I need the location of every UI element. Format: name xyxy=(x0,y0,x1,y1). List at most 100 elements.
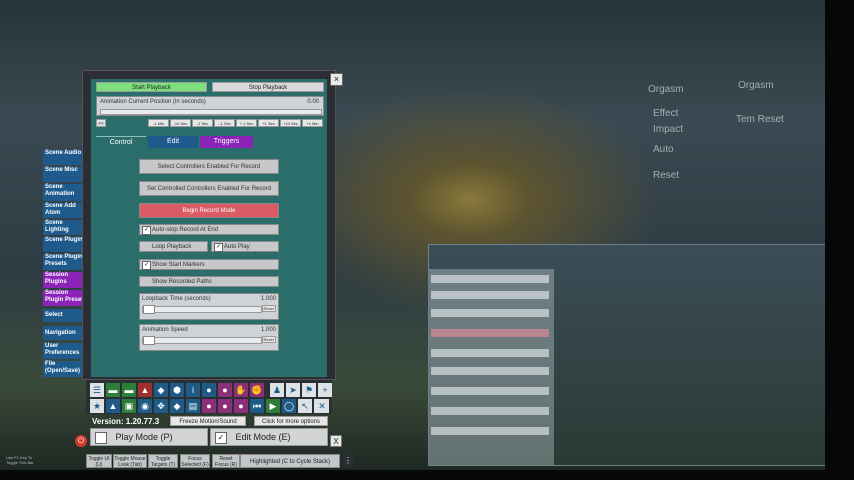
step-minus-10sec[interactable]: -10 Sec xyxy=(170,119,191,127)
play-mode-button[interactable]: Play Mode (P) xyxy=(90,428,208,446)
more-vertical-icon[interactable]: ⋮ xyxy=(343,454,353,468)
upload-icon[interactable]: ▲ xyxy=(106,399,120,413)
toggle-bar-hint: Use F1 Key To Toggle This Bar xyxy=(6,455,34,465)
flag-icon[interactable]: ⚑ xyxy=(302,383,316,397)
hand-icon[interactable]: ✋ xyxy=(234,383,248,397)
edit-mode-checkbox[interactable]: ✓ xyxy=(215,431,227,444)
info-icon[interactable]: i xyxy=(186,383,200,397)
sidebar-item-select[interactable]: Select xyxy=(43,309,87,322)
select-controllers-record-button[interactable]: Select Controllers Enabled For Record xyxy=(139,159,279,174)
checkbox-checked[interactable]: ✓ xyxy=(214,243,223,252)
tab-control[interactable]: Control xyxy=(96,136,146,149)
speed-reset-button[interactable]: Reset xyxy=(261,336,276,343)
freeze-motion-button[interactable]: Freeze Motion/Sound xyxy=(170,416,246,426)
person-remove-icon[interactable]: ● xyxy=(234,399,248,413)
highlighted-stack-display[interactable]: Highlighted (C to Cycle Stack) xyxy=(240,454,340,468)
rewind-button[interactable]: << xyxy=(96,119,106,127)
loopback-time-slider[interactable]: Loopback Time (seconds) 1.000 Reset xyxy=(139,293,279,320)
cursor-icon[interactable]: ↖ xyxy=(298,399,312,413)
sidebar-item-user-preferences[interactable]: User Preferences xyxy=(43,343,87,359)
sidebar-item-scene-lighting[interactable]: Scene Lighting xyxy=(43,220,87,235)
toggle-mouse-look-button[interactable]: Toggle Mouse Look (Tab) xyxy=(113,454,147,468)
add-icon[interactable]: + xyxy=(318,383,332,397)
play-icon[interactable]: ▶ xyxy=(266,399,280,413)
sidebar-item-session-plugins[interactable]: Session Plugins xyxy=(43,272,87,288)
show-recorded-paths-toggle[interactable]: Show Recorded Paths xyxy=(139,276,279,287)
vr-item: Effect xyxy=(653,108,679,119)
loopback-track[interactable] xyxy=(142,306,262,313)
position-slider[interactable]: Animation Current Position (in seconds) … xyxy=(96,96,324,116)
shapes-icon[interactable]: ⬢ xyxy=(170,383,184,397)
position-label: Animation Current Position (in seconds) xyxy=(100,99,206,105)
checkbox-checked[interactable]: ✓ xyxy=(142,226,151,235)
loop-icon[interactable]: ◯ xyxy=(282,399,296,413)
speed-handle[interactable] xyxy=(143,336,155,345)
speed-track[interactable] xyxy=(142,337,262,344)
start-playback-button[interactable]: Start Playback xyxy=(96,82,207,92)
power-icon[interactable]: ⏻ xyxy=(75,435,87,447)
focus-selected-button[interactable]: Focus Selected (F) xyxy=(180,454,210,468)
tab-edit[interactable]: Edit xyxy=(148,136,198,148)
star-icon[interactable]: ★ xyxy=(90,399,104,413)
person-select-icon[interactable]: ♟ xyxy=(270,383,284,397)
person-add-icon[interactable]: ● xyxy=(218,399,232,413)
sidebar-item-session-plugin-presets[interactable]: Session Plugin Presets xyxy=(43,290,87,306)
sidebar-item-scene-add-atom[interactable]: Scene Add Atom xyxy=(43,203,87,218)
sidebar-item-scene-misc[interactable]: Scene Misc xyxy=(43,167,87,182)
auto-play-toggle[interactable]: ✓ Auto Play xyxy=(211,241,279,252)
camera-icon[interactable]: ◉ xyxy=(138,399,152,413)
image-icon[interactable]: ▣ xyxy=(122,399,136,413)
panel-close-button[interactable]: × xyxy=(330,73,343,86)
sidebar-item-scene-plugins[interactable]: Scene Plugins xyxy=(43,237,87,252)
reset-focus-button[interactable]: Reset Focus (R) xyxy=(212,454,240,468)
sidebar-item-file[interactable]: File (Open/Save) xyxy=(43,361,87,377)
step-plus-1min[interactable]: +1 Min xyxy=(302,119,323,127)
sidebar-item-scene-plugin-presets[interactable]: Scene Plugin Presets xyxy=(43,254,87,270)
auto-stop-record-toggle[interactable]: ✓ Auto-stop Record At End xyxy=(139,224,279,235)
toggle-ui-button[interactable]: Toggle UI (U) xyxy=(86,454,112,468)
person-icon[interactable]: ● xyxy=(202,383,216,397)
skip-back-icon[interactable]: ⏮ xyxy=(250,399,264,413)
user-icon[interactable]: ● xyxy=(218,383,232,397)
show-start-markers-toggle[interactable]: ✓ Show Start Markers xyxy=(139,259,279,270)
set-controlled-controllers-button[interactable]: Set Controlled Controllers Enabled For R… xyxy=(139,181,279,196)
play-mode-checkbox[interactable] xyxy=(95,431,107,444)
auto-stop-label: Auto-stop Record At End xyxy=(152,227,219,233)
open-folder-icon[interactable]: ▬ xyxy=(106,383,120,397)
sidebar-item-navigation[interactable]: Navigation xyxy=(43,326,87,340)
document-icon[interactable]: ▤ xyxy=(186,399,200,413)
edit-mode-button[interactable]: ✓ Edit Mode (E) xyxy=(210,428,328,446)
wrench-icon[interactable]: ✕ xyxy=(315,399,329,413)
loop-playback-toggle[interactable]: Loop Playback xyxy=(139,241,208,252)
send-icon[interactable]: ➤ xyxy=(286,383,300,397)
checkbox-checked[interactable]: ✓ xyxy=(142,261,151,270)
shield-icon[interactable]: ◆ xyxy=(170,399,184,413)
tab-triggers[interactable]: Triggers xyxy=(200,136,253,148)
step-minus-1min[interactable]: -1 Min xyxy=(148,119,169,127)
cube-icon[interactable]: ◆ xyxy=(154,383,168,397)
stop-playback-button[interactable]: Stop Playback xyxy=(212,82,324,92)
step-plus-1sec[interactable]: +1 Sec xyxy=(258,119,279,127)
loopback-handle[interactable] xyxy=(143,305,155,314)
sidebar-item-scene-animation[interactable]: Scene Animation xyxy=(43,184,87,201)
begin-record-mode-button[interactable]: Begin Record Mode xyxy=(139,203,279,218)
sidebar-item-scene-audio[interactable]: Scene Audio xyxy=(43,150,87,165)
toggle-targets-button[interactable]: Toggle Targets (T) xyxy=(148,454,178,468)
folder-icon[interactable]: ▬ xyxy=(122,383,136,397)
step-plus-10sec[interactable]: +10 Sec xyxy=(280,119,301,127)
animation-speed-slider[interactable]: Animation Speed 1.000 Reset xyxy=(139,324,279,351)
settings-icon[interactable]: ✥ xyxy=(154,399,168,413)
menu-icon[interactable]: ☰ xyxy=(90,383,104,397)
step-minus-1sec[interactable]: -1 Sec xyxy=(192,119,213,127)
vr-item: Reset xyxy=(653,170,680,181)
more-options-button[interactable]: Click for more options xyxy=(254,416,328,426)
loopback-reset-button[interactable]: Reset xyxy=(261,305,276,312)
person-edit-icon[interactable]: ● xyxy=(202,399,216,413)
step-minus-01sec[interactable]: -.1 Sec xyxy=(214,119,235,127)
close-menu-button[interactable]: X xyxy=(330,435,342,447)
save-icon[interactable]: ▲ xyxy=(138,383,152,397)
speed-value: 1.000 xyxy=(260,327,276,333)
position-track[interactable] xyxy=(100,109,322,115)
step-plus-01sec[interactable]: +.1 Sec xyxy=(236,119,257,127)
grab-icon[interactable]: ✊ xyxy=(250,383,264,397)
